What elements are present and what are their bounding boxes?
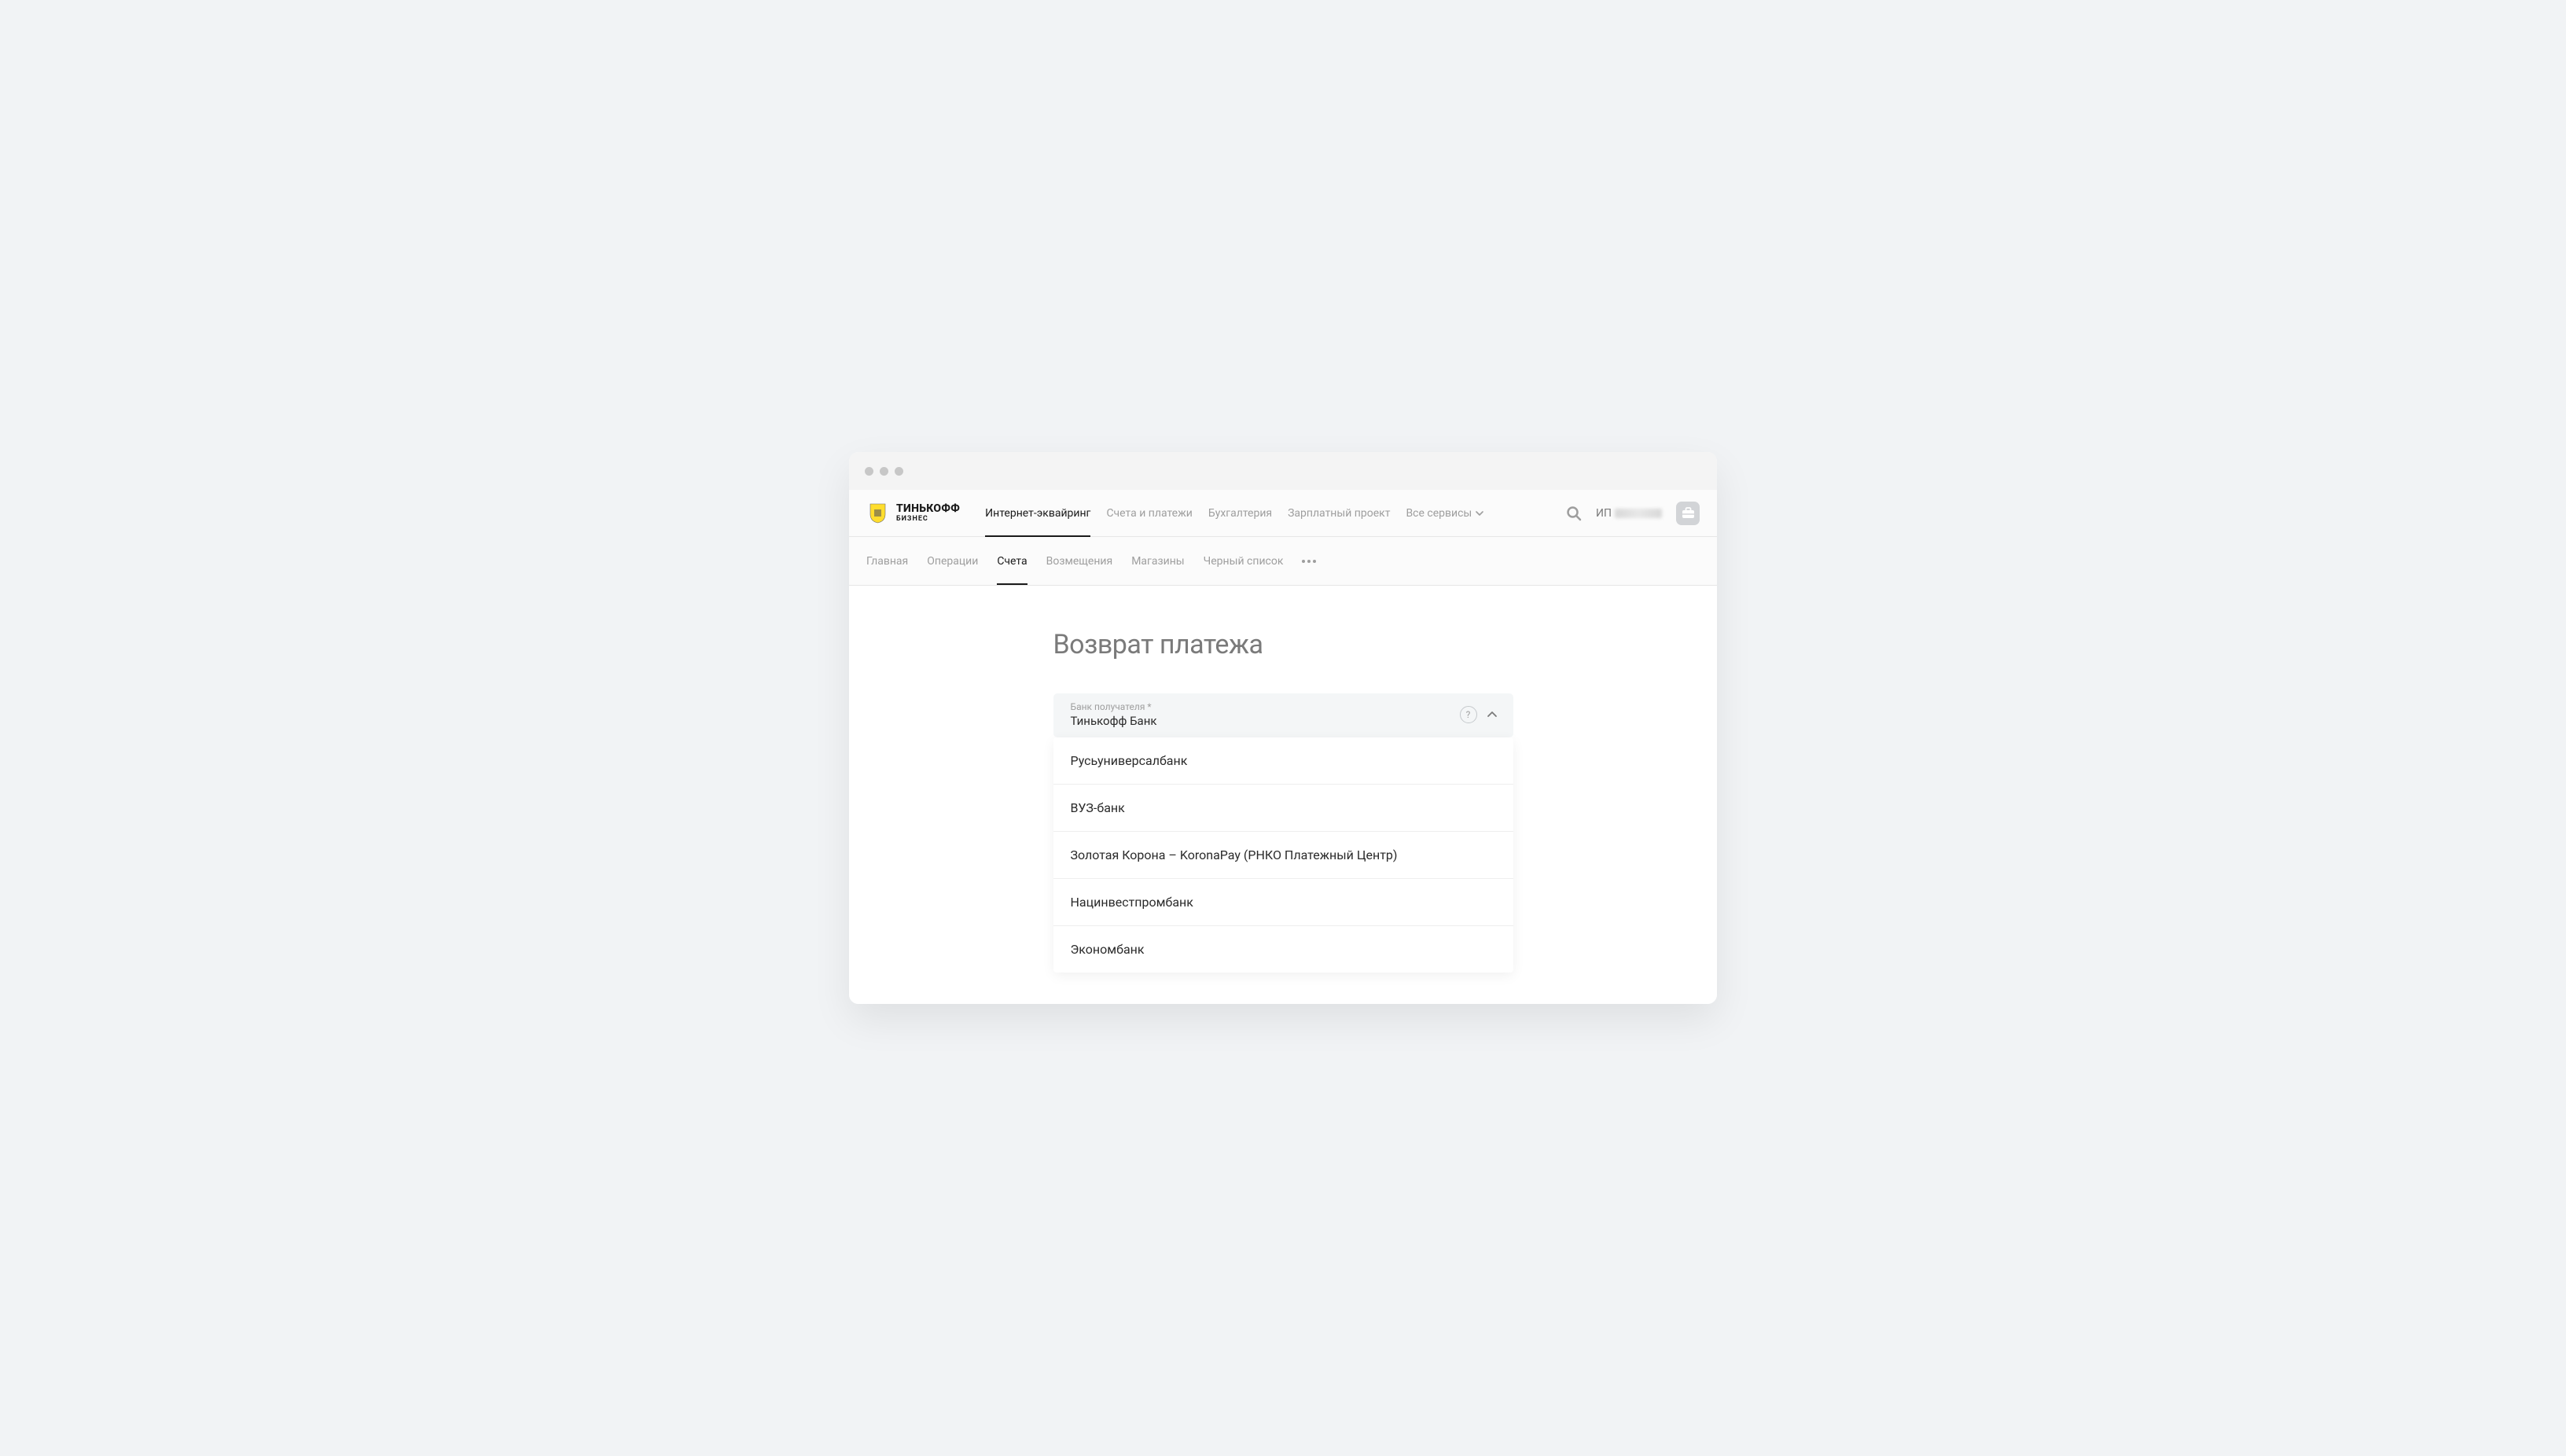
subnav-stores[interactable]: Магазины bbox=[1123, 537, 1192, 585]
subnav-item-label: Операции bbox=[927, 555, 978, 568]
topbar: ТИНЬКОФФ БИЗНЕС Интернет-эквайринг Счета… bbox=[849, 490, 1717, 537]
subnav-invoices[interactable]: Счета bbox=[989, 537, 1035, 585]
logo-brand: ТИНЬКОФФ bbox=[896, 503, 960, 514]
user-name-blurred bbox=[1615, 509, 1662, 518]
window-dot-maximize[interactable] bbox=[895, 467, 903, 476]
recipient-bank-select[interactable]: Банк получателя * Тинькофф Банк ? bbox=[1053, 693, 1513, 737]
page-frame: ТИНЬКОФФ БИЗНЕС Интернет-эквайринг Счета… bbox=[717, 406, 1849, 1050]
window-dot-minimize[interactable] bbox=[880, 467, 888, 476]
logo[interactable]: ТИНЬКОФФ БИЗНЕС bbox=[866, 502, 960, 524]
bank-option[interactable]: Нацинвестпромбанк bbox=[1053, 879, 1513, 926]
nav-item-label: Бухгалтерия bbox=[1208, 507, 1272, 520]
more-dot bbox=[1313, 560, 1316, 563]
bank-option[interactable]: ВУЗ-банк bbox=[1053, 785, 1513, 832]
logo-sub: БИЗНЕС bbox=[896, 516, 960, 523]
bank-dropdown-list: Русьуниверсалбанк ВУЗ-банк Золотая Корон… bbox=[1053, 737, 1513, 973]
nav-all-services-label: Все сервисы bbox=[1406, 507, 1472, 520]
briefcase-icon[interactable] bbox=[1676, 502, 1700, 525]
chevron-up-icon bbox=[1487, 709, 1498, 720]
more-dot bbox=[1302, 560, 1305, 563]
subnav-item-label: Счета bbox=[997, 555, 1027, 568]
nav-item-label: Счета и платежи bbox=[1106, 507, 1192, 520]
search-icon[interactable] bbox=[1566, 506, 1582, 521]
form-wrap: Возврат платежа Банк получателя * Тинько… bbox=[1053, 629, 1513, 973]
more-icon[interactable] bbox=[1302, 560, 1316, 563]
content: Возврат платежа Банк получателя * Тинько… bbox=[849, 586, 1717, 1004]
subnav-operations[interactable]: Операции bbox=[919, 537, 986, 585]
main-nav: Интернет-эквайринг Счета и платежи Бухга… bbox=[977, 490, 1491, 536]
more-dot bbox=[1307, 560, 1311, 563]
nav-salary-project[interactable]: Зарплатный проект bbox=[1280, 490, 1398, 536]
subnav-item-label: Магазины bbox=[1131, 555, 1184, 568]
subnav-item-label: Черный список bbox=[1204, 555, 1284, 568]
subnav-main[interactable]: Главная bbox=[866, 537, 916, 585]
subnav-refunds[interactable]: Возмещения bbox=[1039, 537, 1121, 585]
help-icon[interactable]: ? bbox=[1460, 706, 1477, 723]
page-title: Возврат платежа bbox=[1053, 629, 1513, 660]
browser-chrome bbox=[849, 452, 1717, 490]
nav-item-label: Интернет-эквайринг bbox=[985, 507, 1090, 520]
browser-window: ТИНЬКОФФ БИЗНЕС Интернет-эквайринг Счета… bbox=[849, 452, 1717, 1004]
nav-all-services[interactable]: Все сервисы bbox=[1398, 507, 1491, 520]
subnav-blacklist[interactable]: Черный список bbox=[1196, 537, 1292, 585]
bank-option[interactable]: Русьуниверсалбанк bbox=[1053, 737, 1513, 785]
bank-option[interactable]: Экономбанк bbox=[1053, 926, 1513, 973]
subnav-item-label: Возмещения bbox=[1046, 555, 1113, 568]
topbar-right: ИП bbox=[1566, 502, 1700, 525]
nav-accounting[interactable]: Бухгалтерия bbox=[1200, 490, 1280, 536]
chevron-down-icon bbox=[1476, 509, 1483, 517]
select-label: Банк получателя * bbox=[1071, 701, 1450, 712]
select-value: Тинькофф Банк bbox=[1071, 714, 1450, 728]
user-label[interactable]: ИП bbox=[1596, 507, 1662, 520]
nav-internet-acquiring[interactable]: Интернет-эквайринг bbox=[977, 490, 1098, 536]
bank-option[interactable]: Золотая Корона – KoronaPay (РНКО Платежн… bbox=[1053, 832, 1513, 879]
subnav: Главная Операции Счета Возмещения Магази… bbox=[849, 537, 1717, 586]
logo-shield-icon bbox=[866, 502, 888, 524]
nav-accounts-payments[interactable]: Счета и платежи bbox=[1098, 490, 1200, 536]
nav-item-label: Зарплатный проект bbox=[1288, 507, 1390, 520]
select-body: Банк получателя * Тинькофф Банк bbox=[1071, 701, 1450, 728]
window-dot-close[interactable] bbox=[865, 467, 873, 476]
user-prefix: ИП bbox=[1596, 507, 1612, 520]
logo-text: ТИНЬКОФФ БИЗНЕС bbox=[896, 503, 960, 523]
subnav-item-label: Главная bbox=[866, 555, 908, 568]
